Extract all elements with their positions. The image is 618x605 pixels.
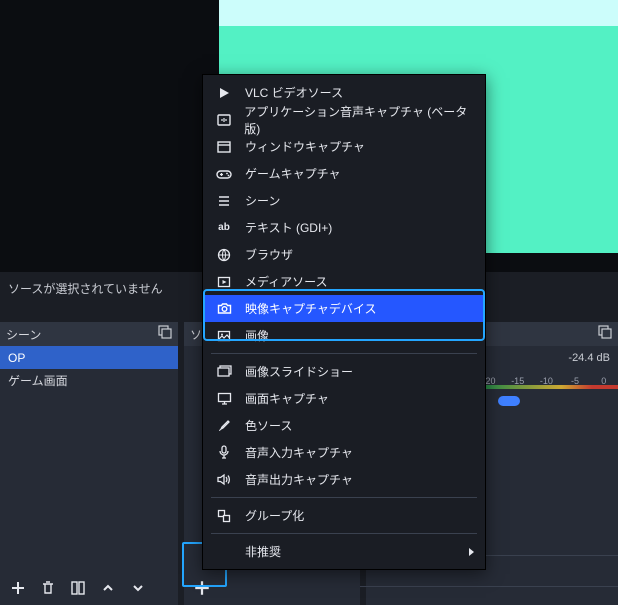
camera-icon — [213, 302, 235, 315]
menu-label: 映像キャプチャデバイス — [245, 300, 377, 317]
menu-label: ウィンドウキャプチャ — [245, 138, 365, 155]
menu-item-audio-output[interactable]: 音声出力キャプチャ — [203, 466, 485, 493]
menu-label: 画面キャプチャ — [245, 390, 329, 407]
sources-toolbar — [184, 571, 360, 605]
menu-label: ブラウザ — [245, 246, 293, 263]
scenes-panel: シーン OP ゲーム画面 — [0, 322, 178, 605]
menu-separator — [211, 353, 477, 354]
microphone-icon — [213, 445, 235, 460]
source-status-text: ソースが選択されていません — [8, 280, 163, 297]
slideshow-icon — [213, 365, 235, 378]
submenu-arrow-icon — [467, 547, 475, 557]
menu-label: メディアソース — [245, 273, 328, 290]
menu-item-slideshow[interactable]: 画像スライドショー — [203, 358, 485, 385]
scene-item[interactable]: ゲーム画面 — [0, 369, 178, 392]
menu-label: VLC ビデオソース — [245, 84, 343, 101]
gamepad-icon — [213, 168, 235, 180]
brush-icon — [213, 419, 235, 433]
menu-item-browser[interactable]: ブラウザ — [203, 241, 485, 268]
scene-filters-button[interactable] — [66, 576, 90, 600]
menu-item-window-capture[interactable]: ウィンドウキャプチャ — [203, 133, 485, 160]
preview-top-stripe — [219, 0, 618, 26]
menu-separator — [211, 533, 477, 534]
image-icon — [213, 329, 235, 343]
mixer-db-readout: -24.4 dB — [568, 352, 610, 364]
add-source-context-menu: VLC ビデオソース アプリケーション音声キャプチャ (ベータ版) ウィンドウキ… — [202, 74, 486, 570]
speaker-icon — [213, 473, 235, 486]
scene-item[interactable]: OP — [0, 346, 178, 369]
scenes-list[interactable]: OP ゲーム画面 — [0, 346, 178, 571]
menu-label: 画像 — [245, 327, 269, 344]
media-icon — [213, 275, 235, 289]
menu-label: グループ化 — [245, 507, 304, 524]
menu-item-video-capture[interactable]: 映像キャプチャデバイス — [203, 295, 485, 322]
menu-item-audio-input[interactable]: 音声入力キャプチャ — [203, 439, 485, 466]
add-scene-button[interactable] — [6, 576, 30, 600]
menu-separator — [211, 497, 477, 498]
dock-icon[interactable] — [158, 325, 172, 339]
scene-icon — [213, 194, 235, 208]
menu-label: シーン — [245, 192, 280, 209]
add-source-button[interactable] — [190, 576, 214, 600]
menu-item-scene[interactable]: シーン — [203, 187, 485, 214]
play-icon — [213, 86, 235, 100]
menu-label: アプリケーション音声キャプチャ (ベータ版) — [244, 103, 475, 137]
monitor-icon — [213, 392, 235, 405]
menu-item-game-capture[interactable]: ゲームキャプチャ — [203, 160, 485, 187]
menu-item-display-capture[interactable]: 画面キャプチャ — [203, 385, 485, 412]
menu-label: 画像スライドショー — [245, 363, 353, 380]
menu-label: 音声入力キャプチャ — [245, 444, 353, 461]
sources-title: ソ — [190, 326, 202, 343]
scenes-title: シーン — [6, 326, 41, 343]
app-audio-icon — [213, 113, 234, 127]
menu-item-deprecated[interactable]: 非推奨 — [203, 538, 485, 565]
menu-label: 非推奨 — [245, 543, 281, 560]
delete-scene-button[interactable] — [36, 576, 60, 600]
window-icon — [213, 140, 235, 154]
menu-item-group[interactable]: グループ化 — [203, 502, 485, 529]
menu-label: ゲームキャプチャ — [245, 165, 341, 182]
mixer-volume-slider[interactable] — [498, 396, 520, 406]
globe-icon — [213, 248, 235, 262]
menu-item-media[interactable]: メディアソース — [203, 268, 485, 295]
group-icon — [213, 509, 235, 523]
menu-label: 色ソース — [245, 417, 292, 434]
text-icon: ab — [213, 222, 235, 233]
menu-item-text[interactable]: ab テキスト (GDI+) — [203, 214, 485, 241]
dock-icon[interactable] — [598, 325, 612, 339]
menu-label: テキスト (GDI+) — [245, 219, 332, 236]
menu-item-app-audio[interactable]: アプリケーション音声キャプチャ (ベータ版) — [203, 106, 485, 133]
menu-item-color[interactable]: 色ソース — [203, 412, 485, 439]
move-scene-up-button[interactable] — [96, 576, 120, 600]
menu-label: 音声出力キャプチャ — [245, 471, 353, 488]
scenes-toolbar — [0, 571, 178, 605]
move-scene-down-button[interactable] — [126, 576, 150, 600]
menu-item-image[interactable]: 画像 — [203, 322, 485, 349]
scenes-header: シーン — [0, 322, 178, 346]
